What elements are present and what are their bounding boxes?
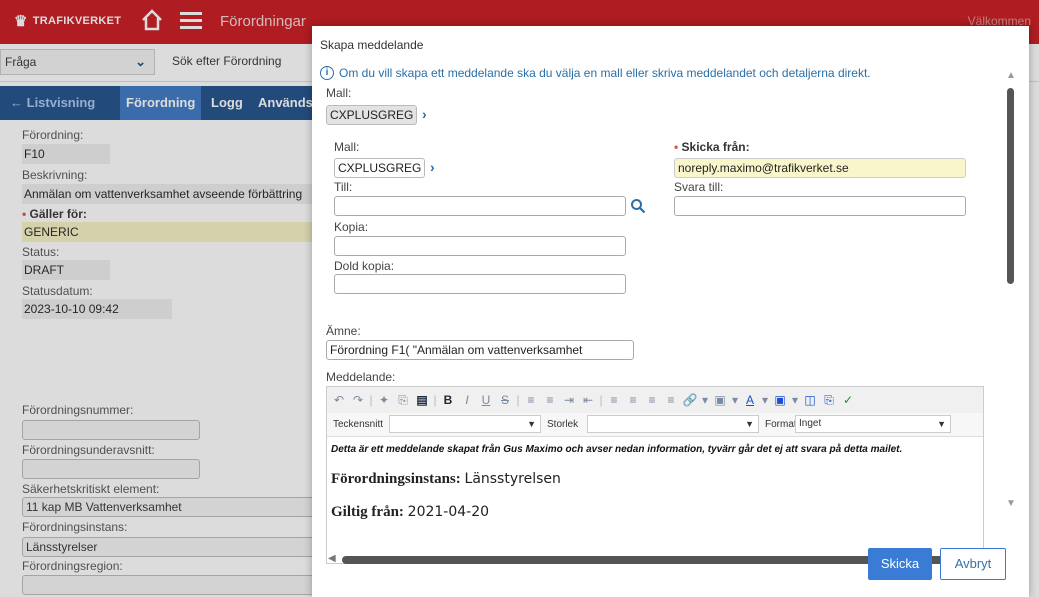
font-color-icon[interactable]: A <box>742 392 758 408</box>
rich-text-editor[interactable]: ↶ ↷ | ✦ ⎘ ▤ | B I U S | ≡ ≡ ⇥ ⇤ | ≡ ≡ ≡ … <box>326 386 984 564</box>
link-icon[interactable]: 🔗 <box>682 392 698 408</box>
svara-till-field[interactable] <box>674 196 966 216</box>
svara-till-label: Svara till: <box>674 180 724 194</box>
line-label: Giltig från: <box>331 504 404 520</box>
line-label: Förordningsinstans: <box>331 471 461 487</box>
kopia-field[interactable] <box>334 236 626 256</box>
scroll-left-icon[interactable]: ◀ <box>328 553 336 564</box>
copy-icon[interactable]: ⎘ <box>395 392 411 408</box>
amne-label: Ämne: <box>326 324 361 338</box>
align-justify-icon[interactable]: ≡ <box>663 392 679 408</box>
mall-chevron-icon[interactable]: › <box>430 159 435 175</box>
bold-icon[interactable]: B <box>440 392 456 408</box>
highlight-icon[interactable]: ▣ <box>772 392 788 408</box>
indent-icon[interactable]: ⇥ <box>561 392 577 408</box>
toolbar-separator: | <box>599 393 603 407</box>
align-right-icon[interactable]: ≡ <box>644 392 660 408</box>
info-message: i Om du vill skapa ett meddelande ska du… <box>320 66 871 80</box>
chevron-down-icon[interactable]: ▾ <box>731 392 739 408</box>
toolbar-separator: | <box>516 393 520 407</box>
mall-top-value[interactable]: CXPLUSGREG <box>326 105 418 125</box>
send-button[interactable]: Skicka <box>868 548 932 580</box>
format-select[interactable]: Inget ▼ <box>795 415 951 433</box>
meddelande-label: Meddelande: <box>326 370 396 384</box>
till-field[interactable] <box>334 196 626 216</box>
dold-kopia-field[interactable] <box>334 274 626 294</box>
editor-format-bar: Teckensnitt ▼ Storlek ▼ Format Inget ▼ <box>327 413 983 437</box>
paste-icon[interactable]: ▤ <box>414 392 430 408</box>
undo-icon[interactable]: ↶ <box>331 392 347 408</box>
chevron-down-icon: ▼ <box>745 419 754 429</box>
skicka-fran-field[interactable]: noreply.maximo@trafikverket.se <box>674 158 966 178</box>
search-icon[interactable] <box>630 198 646 214</box>
align-center-icon[interactable]: ≡ <box>625 392 641 408</box>
skicka-fran-label: • Skicka från: <box>674 140 750 154</box>
message-line-giltig: Giltig från: 2021-04-20 <box>331 504 963 521</box>
mall-top-chevron-icon[interactable]: › <box>422 106 427 122</box>
align-left-icon[interactable]: ≡ <box>606 392 622 408</box>
toolbar-separator: | <box>369 393 373 407</box>
message-line-instans: Förordningsinstans: Länsstyrelsen <box>331 471 963 488</box>
outdent-icon[interactable]: ⇤ <box>580 392 596 408</box>
info-icon: i <box>320 66 334 80</box>
info-text: Om du vill skapa ett meddelande ska du v… <box>339 66 871 80</box>
scroll-down-icon[interactable]: ▼ <box>1006 498 1016 509</box>
numbered-list-icon[interactable]: ≡ <box>523 392 539 408</box>
spellcheck-icon[interactable]: ✓ <box>840 392 856 408</box>
scroll-up-icon[interactable]: ▲ <box>1006 70 1016 81</box>
dold-kopia-label: Dold kopia: <box>334 259 395 273</box>
chevron-down-icon[interactable]: ▾ <box>701 392 709 408</box>
font-size-select[interactable]: ▼ <box>587 415 759 433</box>
toolbar-separator: | <box>433 393 437 407</box>
vertical-scrollbar[interactable]: ▲ ▼ <box>1004 70 1018 540</box>
paste-word-icon[interactable]: ⎘ <box>821 392 837 408</box>
mall-value[interactable]: CXPLUSGREG <box>334 158 426 178</box>
italic-icon[interactable]: I <box>459 392 475 408</box>
amne-field[interactable]: Förordning F1( "Anmälan om vattenverksam… <box>326 340 634 360</box>
teckensnitt-label: Teckensnitt <box>333 419 384 430</box>
image-icon[interactable]: ▣ <box>712 392 728 408</box>
mall-top-label: Mall: <box>326 86 352 100</box>
till-label: Till: <box>334 180 353 194</box>
format-select-value: Inget <box>799 418 822 429</box>
chevron-down-icon: ▼ <box>937 419 946 429</box>
underline-icon[interactable]: U <box>478 392 494 408</box>
bullet-list-icon[interactable]: ≡ <box>542 392 558 408</box>
format-label: Format <box>765 419 797 430</box>
chevron-down-icon[interactable]: ▾ <box>761 392 769 408</box>
dialog-title: Skapa meddelande <box>320 38 424 52</box>
editor-toolbar: ↶ ↷ | ✦ ⎘ ▤ | B I U S | ≡ ≡ ⇥ ⇤ | ≡ ≡ ≡ … <box>327 387 983 413</box>
font-family-select[interactable]: ▼ <box>389 415 541 433</box>
chevron-down-icon: ▼ <box>527 419 536 429</box>
cut-icon[interactable]: ✦ <box>376 392 392 408</box>
editor-content[interactable]: Detta är ett meddelande skapat från Gus … <box>327 439 967 547</box>
redo-icon[interactable]: ↷ <box>350 392 366 408</box>
strikethrough-icon[interactable]: S <box>497 392 513 408</box>
storlek-label: Storlek <box>547 419 579 430</box>
line-value: Länsstyrelsen <box>464 471 561 487</box>
chevron-down-icon[interactable]: ▾ <box>791 392 799 408</box>
message-intro: Detta är ett meddelande skapat från Gus … <box>331 444 903 455</box>
cancel-button[interactable]: Avbryt <box>940 548 1006 580</box>
create-message-dialog: Skapa meddelande i Om du vill skapa ett … <box>312 26 1029 597</box>
insert-field-icon[interactable]: ◫ <box>802 392 818 408</box>
scrollbar-thumb[interactable] <box>1007 88 1014 284</box>
line-value: 2021-04-20 <box>407 504 490 520</box>
kopia-label: Kopia: <box>334 220 369 234</box>
mall-label: Mall: <box>334 140 360 154</box>
